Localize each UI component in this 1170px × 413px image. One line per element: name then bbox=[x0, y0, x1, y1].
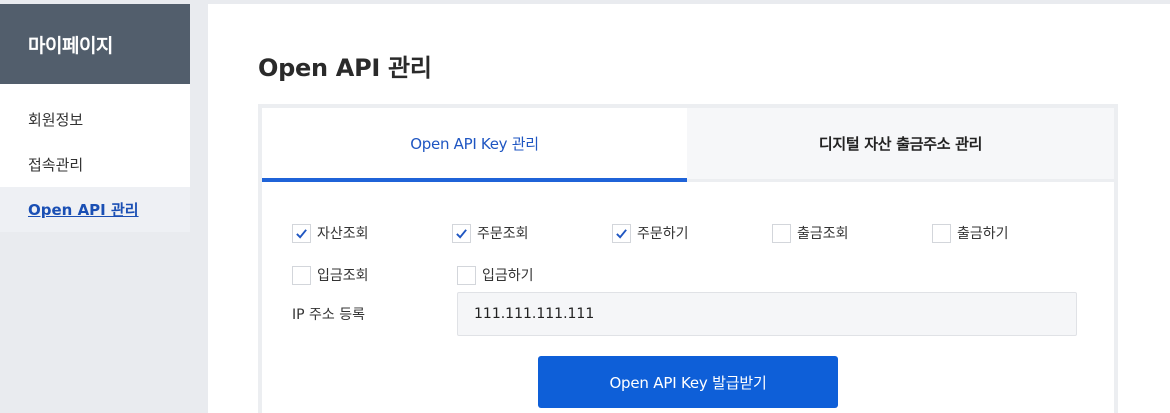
permission-grid: 자산조회 주문조회 주문하기 출금조회 출금하기 입금조회 입금하기 bbox=[292, 212, 1092, 296]
checkbox-deposit-inquiry[interactable] bbox=[292, 265, 311, 285]
permission-withdraw-inquiry[interactable]: 출금조회 bbox=[772, 223, 932, 243]
checkbox-asset-inquiry[interactable] bbox=[292, 223, 311, 243]
sidebar-item-access-management[interactable]: 접속관리 bbox=[0, 142, 190, 187]
permission-asset-inquiry[interactable]: 자산조회 bbox=[292, 223, 452, 243]
check-icon bbox=[296, 228, 307, 239]
issue-api-key-button[interactable]: Open API Key 발급받기 bbox=[538, 356, 838, 408]
tab-bar: Open API Key 관리 디지털 자산 출금주소 관리 bbox=[262, 108, 1114, 182]
sidebar-item-open-api[interactable]: Open API 관리 bbox=[0, 187, 190, 232]
tab-withdrawal-address[interactable]: 디지털 자산 출금주소 관리 bbox=[687, 108, 1114, 179]
tab-open-api-key[interactable]: Open API Key 관리 bbox=[262, 108, 687, 182]
main-panel: Open API 관리 Open API Key 관리 디지털 자산 출금주소 … bbox=[208, 4, 1170, 413]
page-title: Open API 관리 bbox=[258, 54, 432, 82]
ip-address-label: IP 주소 등록 bbox=[292, 307, 365, 323]
sidebar: 마이페이지 회원정보 접속관리 Open API 관리 bbox=[0, 4, 190, 232]
permission-label: 자산조회 bbox=[317, 226, 369, 242]
check-icon bbox=[456, 228, 467, 239]
checkbox-withdraw-inquiry[interactable] bbox=[772, 223, 791, 243]
checkbox-deposit[interactable] bbox=[457, 265, 476, 285]
checkbox-place-order[interactable] bbox=[612, 223, 631, 243]
checkbox-withdraw[interactable] bbox=[932, 223, 951, 243]
permission-label: 주문하기 bbox=[637, 226, 689, 242]
permission-deposit-inquiry[interactable]: 입금조회 bbox=[292, 265, 457, 285]
sidebar-item-member-info[interactable]: 회원정보 bbox=[0, 97, 190, 142]
permission-label: 입금하기 bbox=[482, 268, 534, 284]
permission-place-order[interactable]: 주문하기 bbox=[612, 223, 772, 243]
permission-withdraw[interactable]: 출금하기 bbox=[932, 223, 1092, 243]
permission-deposit[interactable]: 입금하기 bbox=[457, 265, 622, 285]
permission-row: 입금조회 입금하기 bbox=[292, 254, 1092, 296]
check-icon bbox=[616, 228, 627, 239]
permission-label: 주문조회 bbox=[477, 226, 529, 242]
sidebar-menu: 회원정보 접속관리 Open API 관리 bbox=[0, 84, 190, 232]
checkbox-order-inquiry[interactable] bbox=[452, 223, 471, 243]
sidebar-title: 마이페이지 bbox=[0, 4, 190, 84]
api-card: Open API Key 관리 디지털 자산 출금주소 관리 자산조회 주문조회 bbox=[258, 104, 1118, 413]
permission-label: 출금하기 bbox=[957, 226, 1009, 242]
permission-label: 출금조회 bbox=[797, 226, 849, 242]
permission-label: 입금조회 bbox=[317, 268, 369, 284]
permission-row: 자산조회 주문조회 주문하기 출금조회 출금하기 bbox=[292, 212, 1092, 254]
ip-address-input[interactable] bbox=[457, 292, 1077, 336]
permission-order-inquiry[interactable]: 주문조회 bbox=[452, 223, 612, 243]
